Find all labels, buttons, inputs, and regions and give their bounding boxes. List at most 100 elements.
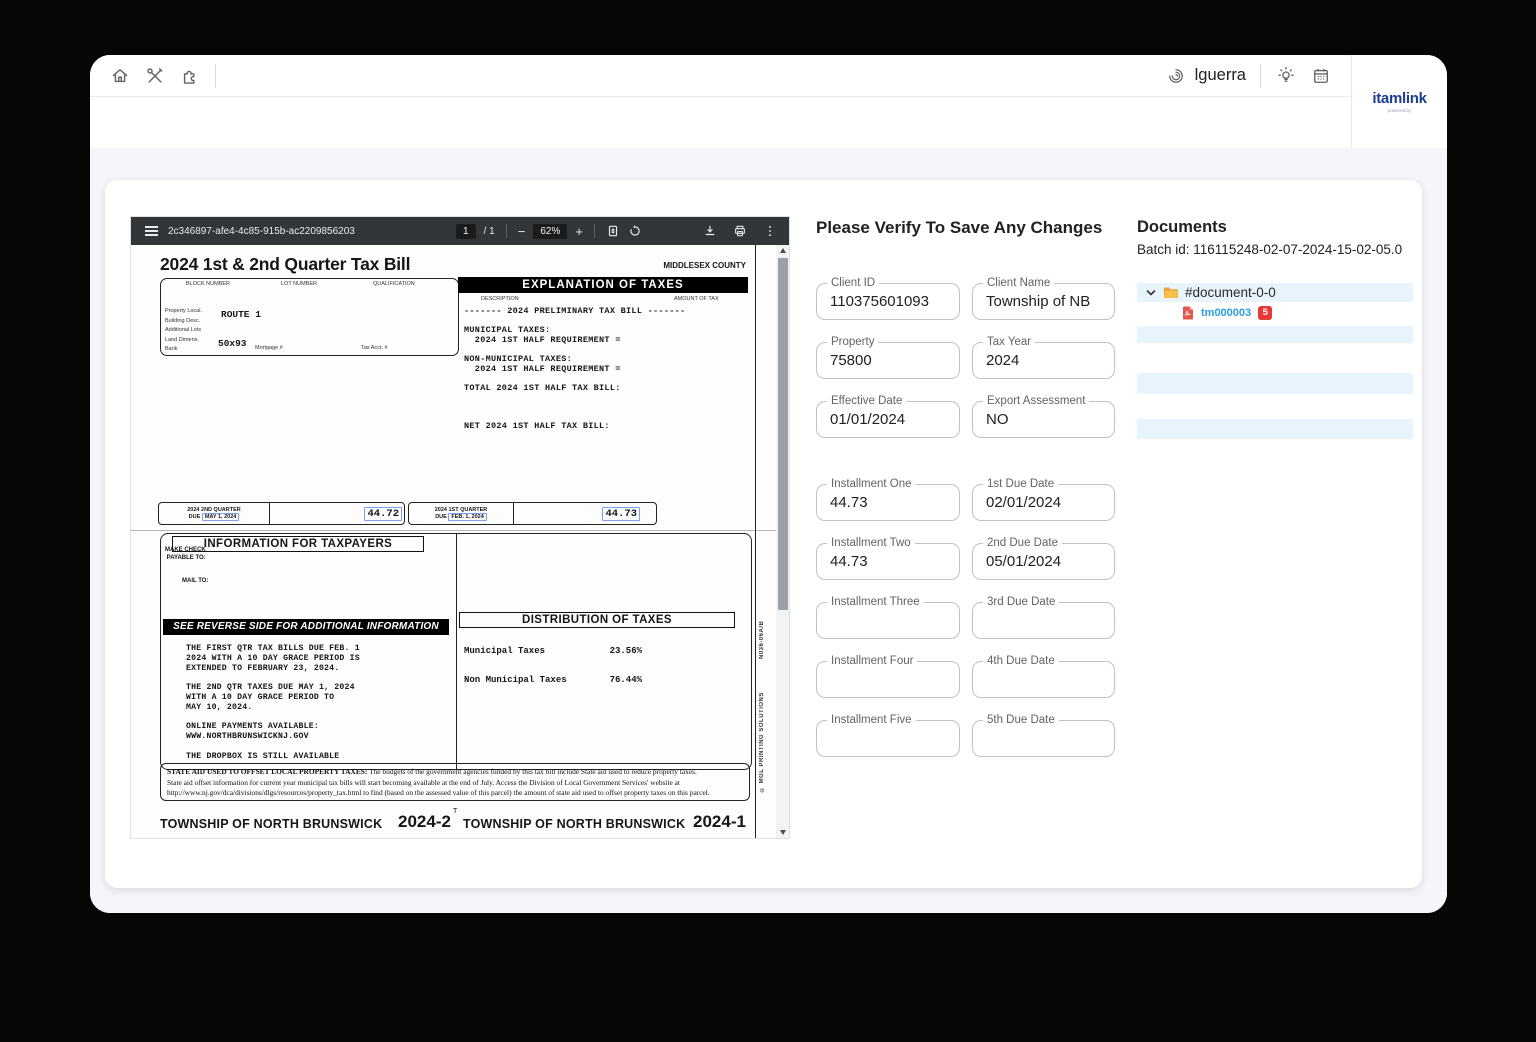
pdf-viewer: 2c346897-afe4-4c85-915b-ac2209856203 1 /… — [131, 217, 789, 838]
batch-id: Batch id: 116115248-02-07-2024-15-02-05.… — [1137, 242, 1413, 257]
installment-three-field[interactable]: Installment Three — [816, 602, 960, 639]
tax-year-field[interactable]: Tax Year 2024 — [972, 342, 1115, 379]
county-label: MIDDLESEX COUNTY — [663, 261, 746, 270]
tax-acct-label: Tax Acct. # — [361, 345, 388, 351]
rotate-icon[interactable] — [628, 224, 642, 238]
zoom-out-button[interactable]: − — [518, 224, 526, 239]
field-label: Property — [827, 336, 878, 348]
field-label: Export Assessment — [983, 395, 1089, 407]
third-due-date-field[interactable]: 3rd Due Date — [972, 602, 1115, 639]
imprint-township-right: TOWNSHIP OF NORTH BRUNSWICK — [463, 817, 685, 831]
export-assessment-field[interactable]: Export Assessment NO — [972, 401, 1115, 438]
pdf-menu-icon[interactable] — [145, 226, 158, 236]
imprint-code-left: 2024-2 — [398, 812, 451, 832]
download-icon[interactable] — [703, 224, 717, 238]
stub1-due-date-highlight[interactable]: MAY 1, 2024 — [202, 513, 240, 521]
brand-panel: itamlink powered by — [1351, 55, 1447, 148]
field-label: 4th Due Date — [983, 655, 1059, 667]
field-label: Installment Four — [827, 655, 917, 667]
property-info-box: BLOCK NUMBER LOT NUMBER QUALIFICATION Pr… — [160, 278, 459, 356]
home-button[interactable] — [110, 66, 130, 86]
second-due-date-field[interactable]: 2nd Due Date 05/01/2024 — [972, 543, 1115, 580]
field-label: Installment Five — [827, 714, 916, 726]
field-label: Installment Three — [827, 596, 924, 608]
page-fold-line — [131, 530, 776, 531]
stub2-amount-highlight[interactable]: 44.73 — [602, 507, 640, 521]
scroll-down-arrow[interactable] — [776, 827, 789, 838]
dist-row-non-municipal: Non Municipal Taxes76.44% — [464, 675, 642, 685]
installment-one-field[interactable]: Installment One 44.73 — [816, 484, 960, 521]
make-check-label: MAKE CHECK PAYABLE TO: — [165, 547, 206, 562]
folder-name: #document-0-0 — [1185, 285, 1276, 300]
field-label: 3rd Due Date — [983, 596, 1059, 608]
form-number-vertical: N036-06A/B — [759, 597, 765, 659]
page-total: / 1 — [484, 226, 495, 237]
imprint-code-right: 2024-1 — [693, 812, 746, 832]
description-label: DESCRIPTION — [481, 296, 519, 302]
effective-date-field[interactable]: Effective Date 01/01/2024 — [816, 401, 960, 438]
first-due-date-field[interactable]: 1st Due Date 02/01/2024 — [972, 484, 1115, 521]
app-window: lguerra itamlink powered by — [90, 55, 1447, 913]
stub-1st-quarter: 2024 1ST QUARTER DUE FEB. 1, 2024 44.73 — [408, 502, 657, 525]
stub1-amount-highlight[interactable]: 44.72 — [364, 507, 402, 521]
field-label: 1st Due Date — [983, 478, 1058, 490]
installment-four-field[interactable]: Installment Four — [816, 661, 960, 698]
zoom-in-button[interactable]: + — [575, 224, 583, 239]
page-number-input[interactable]: 1 — [456, 224, 476, 239]
folder-icon — [1163, 286, 1179, 299]
lot-number-header: LOT NUMBER — [281, 281, 317, 287]
explanation-body: ------- 2024 PRELIMINARY TAX BILL ------… — [464, 307, 685, 432]
client-id-field[interactable]: Client ID 110375601093 — [816, 283, 960, 320]
explanation-of-taxes-banner: EXPLANATION OF TAXES — [458, 277, 748, 293]
home-icon — [110, 66, 130, 86]
field-label: Client ID — [827, 277, 879, 289]
calendar-icon — [1311, 66, 1331, 86]
zoom-level: 62% — [533, 224, 567, 239]
taxpayer-info-box: INFORMATION FOR TAXPAYERS MAKE CHECK PAY… — [160, 533, 752, 770]
tips-button[interactable] — [1276, 66, 1296, 86]
document-file-row[interactable]: tm000003 5 — [1137, 302, 1413, 323]
field-label: Effective Date — [827, 395, 906, 407]
stub-2nd-quarter: 2024 2ND QUARTER DUE MAY 1, 2024 44.72 — [158, 502, 405, 525]
document-tree: #document-0-0 tm000003 5 — [1137, 283, 1413, 439]
content-card: 2c346897-afe4-4c85-915b-ac2209856203 1 /… — [105, 180, 1422, 888]
fourth-due-date-field[interactable]: 4th Due Date — [972, 661, 1115, 698]
fingerprint-icon — [1166, 66, 1186, 86]
tax-bill-title: 2024 1st & 2nd Quarter Tax Bill — [160, 254, 410, 275]
tools-icon — [145, 66, 165, 86]
taxpayer-notices: THE FIRST QTR TAX BILLS DUE FEB. 1 2024 … — [186, 644, 360, 762]
scroll-up-arrow[interactable] — [776, 245, 789, 256]
tear-strip-line — [755, 245, 756, 838]
itamlink-logo: itamlink — [1372, 90, 1426, 107]
imprint-township-left: TOWNSHIP OF NORTH BRUNSWICK — [160, 817, 382, 831]
perforation-mark: T — [453, 808, 457, 815]
pdf-filename: 2c346897-afe4-4c85-915b-ac2209856203 — [168, 226, 355, 237]
installment-two-field[interactable]: Installment Two 44.73 — [816, 543, 960, 580]
fifth-due-date-field[interactable]: 5th Due Date — [972, 720, 1115, 757]
document-folder-row[interactable]: #document-0-0 — [1137, 283, 1413, 302]
print-icon[interactable] — [733, 224, 747, 238]
scrollbar-thumb[interactable] — [778, 258, 788, 610]
dist-row-municipal: Municipal Taxes23.56% — [464, 646, 642, 656]
tools-button[interactable] — [145, 66, 165, 86]
logo-tagline: powered by — [1388, 108, 1411, 113]
fit-page-icon[interactable] — [606, 224, 620, 238]
integrations-button[interactable] — [180, 66, 200, 86]
user-menu[interactable]: lguerra — [1195, 66, 1246, 85]
pdf-scrollbar[interactable] — [776, 245, 789, 838]
file-link[interactable]: tm000003 — [1201, 307, 1251, 319]
field-label: Client Name — [983, 277, 1054, 289]
empty-row-stripe — [1137, 373, 1413, 394]
property-field[interactable]: Property 75800 — [816, 342, 960, 379]
distribution-of-taxes-title: DISTRIBUTION OF TAXES — [459, 612, 735, 628]
calendar-button[interactable] — [1311, 66, 1331, 86]
app-header: lguerra itamlink powered by — [90, 55, 1447, 148]
mortgage-label: Mortgage # — [255, 345, 283, 351]
client-name-field[interactable]: Client Name Township of NB — [972, 283, 1115, 320]
more-options-icon[interactable] — [763, 224, 777, 238]
stub2-due-date-highlight[interactable]: FEB. 1, 2024 — [448, 513, 486, 521]
property-row-labels: Property Local. Building Desc. Additiona… — [165, 307, 202, 355]
pdf-file-icon — [1182, 306, 1194, 320]
field-label: Installment Two — [827, 537, 915, 549]
installment-five-field[interactable]: Installment Five — [816, 720, 960, 757]
